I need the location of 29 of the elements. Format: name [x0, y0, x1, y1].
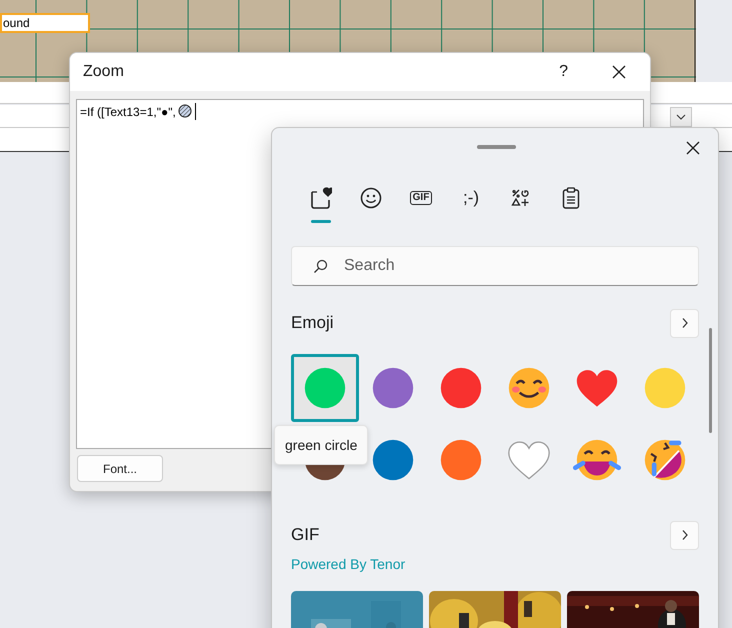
- close-button[interactable]: [686, 141, 700, 155]
- text-cursor: [194, 103, 196, 120]
- category-tab[interactable]: GIF: [396, 184, 446, 242]
- scrollbar[interactable]: [709, 328, 712, 433]
- search-placeholder: Search: [344, 256, 395, 276]
- dropdown-button[interactable]: [670, 107, 692, 127]
- drag-handle[interactable]: [477, 145, 516, 149]
- gif-label: GIF: [410, 191, 432, 205]
- help-button[interactable]: ?: [559, 60, 568, 84]
- kaomoji-label: ;-): [462, 187, 480, 210]
- search-icon: [313, 258, 328, 274]
- emoji-cell[interactable]: [291, 354, 359, 422]
- smiley-icon: [360, 187, 382, 209]
- section-heading: GIF: [291, 524, 320, 546]
- caret-icon: [676, 114, 686, 120]
- text-box-control[interactable]: ound: [0, 13, 90, 33]
- tooltip: green circle: [274, 425, 368, 465]
- search-field[interactable]: Search: [291, 246, 699, 286]
- hatched-circle-icon: [178, 104, 192, 118]
- font-button[interactable]: Font...: [77, 455, 163, 482]
- chevron-icon: [680, 529, 688, 541]
- heart-card-icon: [310, 187, 332, 209]
- category-tab[interactable]: ;-): [446, 184, 496, 242]
- chevron-icon: [680, 317, 688, 329]
- close-button[interactable]: [612, 65, 626, 79]
- clipboard-icon: [562, 187, 580, 209]
- window-title: Zoom: [83, 62, 124, 82]
- symbols-icon: [511, 188, 531, 208]
- section-heading: Emoji: [291, 312, 334, 334]
